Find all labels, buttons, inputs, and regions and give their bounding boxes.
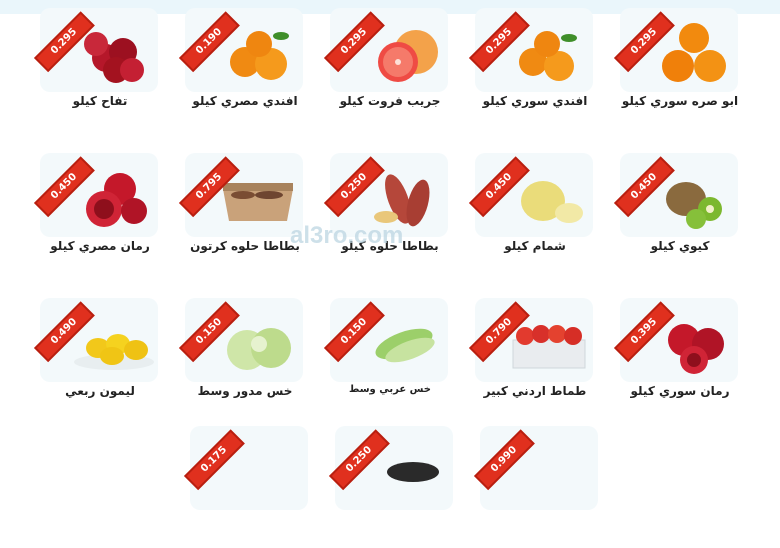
product-name: شمام كيلو xyxy=(504,239,566,253)
product-card-melon[interactable]: 0.450 شمام كيلو xyxy=(465,145,605,275)
product-card-syrian-pomegranate[interactable]: 0.395 رمان سوري كيلو xyxy=(610,290,750,420)
product-name: طماط اردني كبير xyxy=(483,384,587,398)
product-card-egyptian-tangerine[interactable]: 0.190 افندي مصري كيلو xyxy=(175,0,315,130)
product-name: ليمون ربعي xyxy=(65,384,135,398)
product-card-jordanian-tomato[interactable]: 0.790 طماط اردني كبير xyxy=(465,290,605,420)
product-card-romaine-lettuce[interactable]: 0.150 خس عربي وسط xyxy=(320,290,460,420)
product-name: افندي مصري كيلو xyxy=(192,94,298,108)
product-name: كيوي كيلو xyxy=(650,239,710,253)
product-card-kiwi[interactable]: 0.450 كيوي كيلو xyxy=(610,145,750,275)
product-card-egyptian-pomegranate[interactable]: 0.450 رمان مصري كيلو xyxy=(30,145,170,275)
product-name: جريب فروت كيلو xyxy=(339,94,441,108)
product-name: رمان مصري كيلو xyxy=(50,239,150,253)
product-card-partial-1[interactable]: 0.175 xyxy=(180,418,320,548)
product-card-apple[interactable]: 0.295 تفاح كيلو xyxy=(30,0,170,130)
product-name: افندي سوري كيلو xyxy=(482,94,588,108)
product-card-navel-orange[interactable]: 0.295 ابو صره سوري كيلو xyxy=(610,0,750,130)
product-name: ابو صره سوري كيلو xyxy=(621,94,739,108)
product-name: خس عربي وسط xyxy=(349,384,431,395)
product-card-partial-2[interactable]: 0.250 xyxy=(325,418,465,548)
product-card-lemon[interactable]: 0.490 ليمون ربعي xyxy=(30,290,170,420)
product-card-grapefruit[interactable]: 0.295 جريب فروت كيلو xyxy=(320,0,460,130)
product-name: خس مدور وسط xyxy=(197,384,293,398)
product-card-syrian-tangerine[interactable]: 0.295 افندي سوري كيلو xyxy=(465,0,605,130)
product-card-partial-3[interactable]: 0.990 xyxy=(470,418,610,548)
watermark: al3ro.com xyxy=(290,222,404,249)
product-card-sweet-potato-carton[interactable]: 0.795 بطاطا حلوه كرتون xyxy=(175,145,315,275)
product-name: رمان سوري كيلو xyxy=(630,384,730,398)
product-card-sweet-potato[interactable]: 0.250 بطاطا حلوه كيلو xyxy=(320,145,460,275)
product-name: تفاح كيلو xyxy=(72,94,128,108)
product-card-iceberg-lettuce[interactable]: 0.150 خس مدور وسط xyxy=(175,290,315,420)
